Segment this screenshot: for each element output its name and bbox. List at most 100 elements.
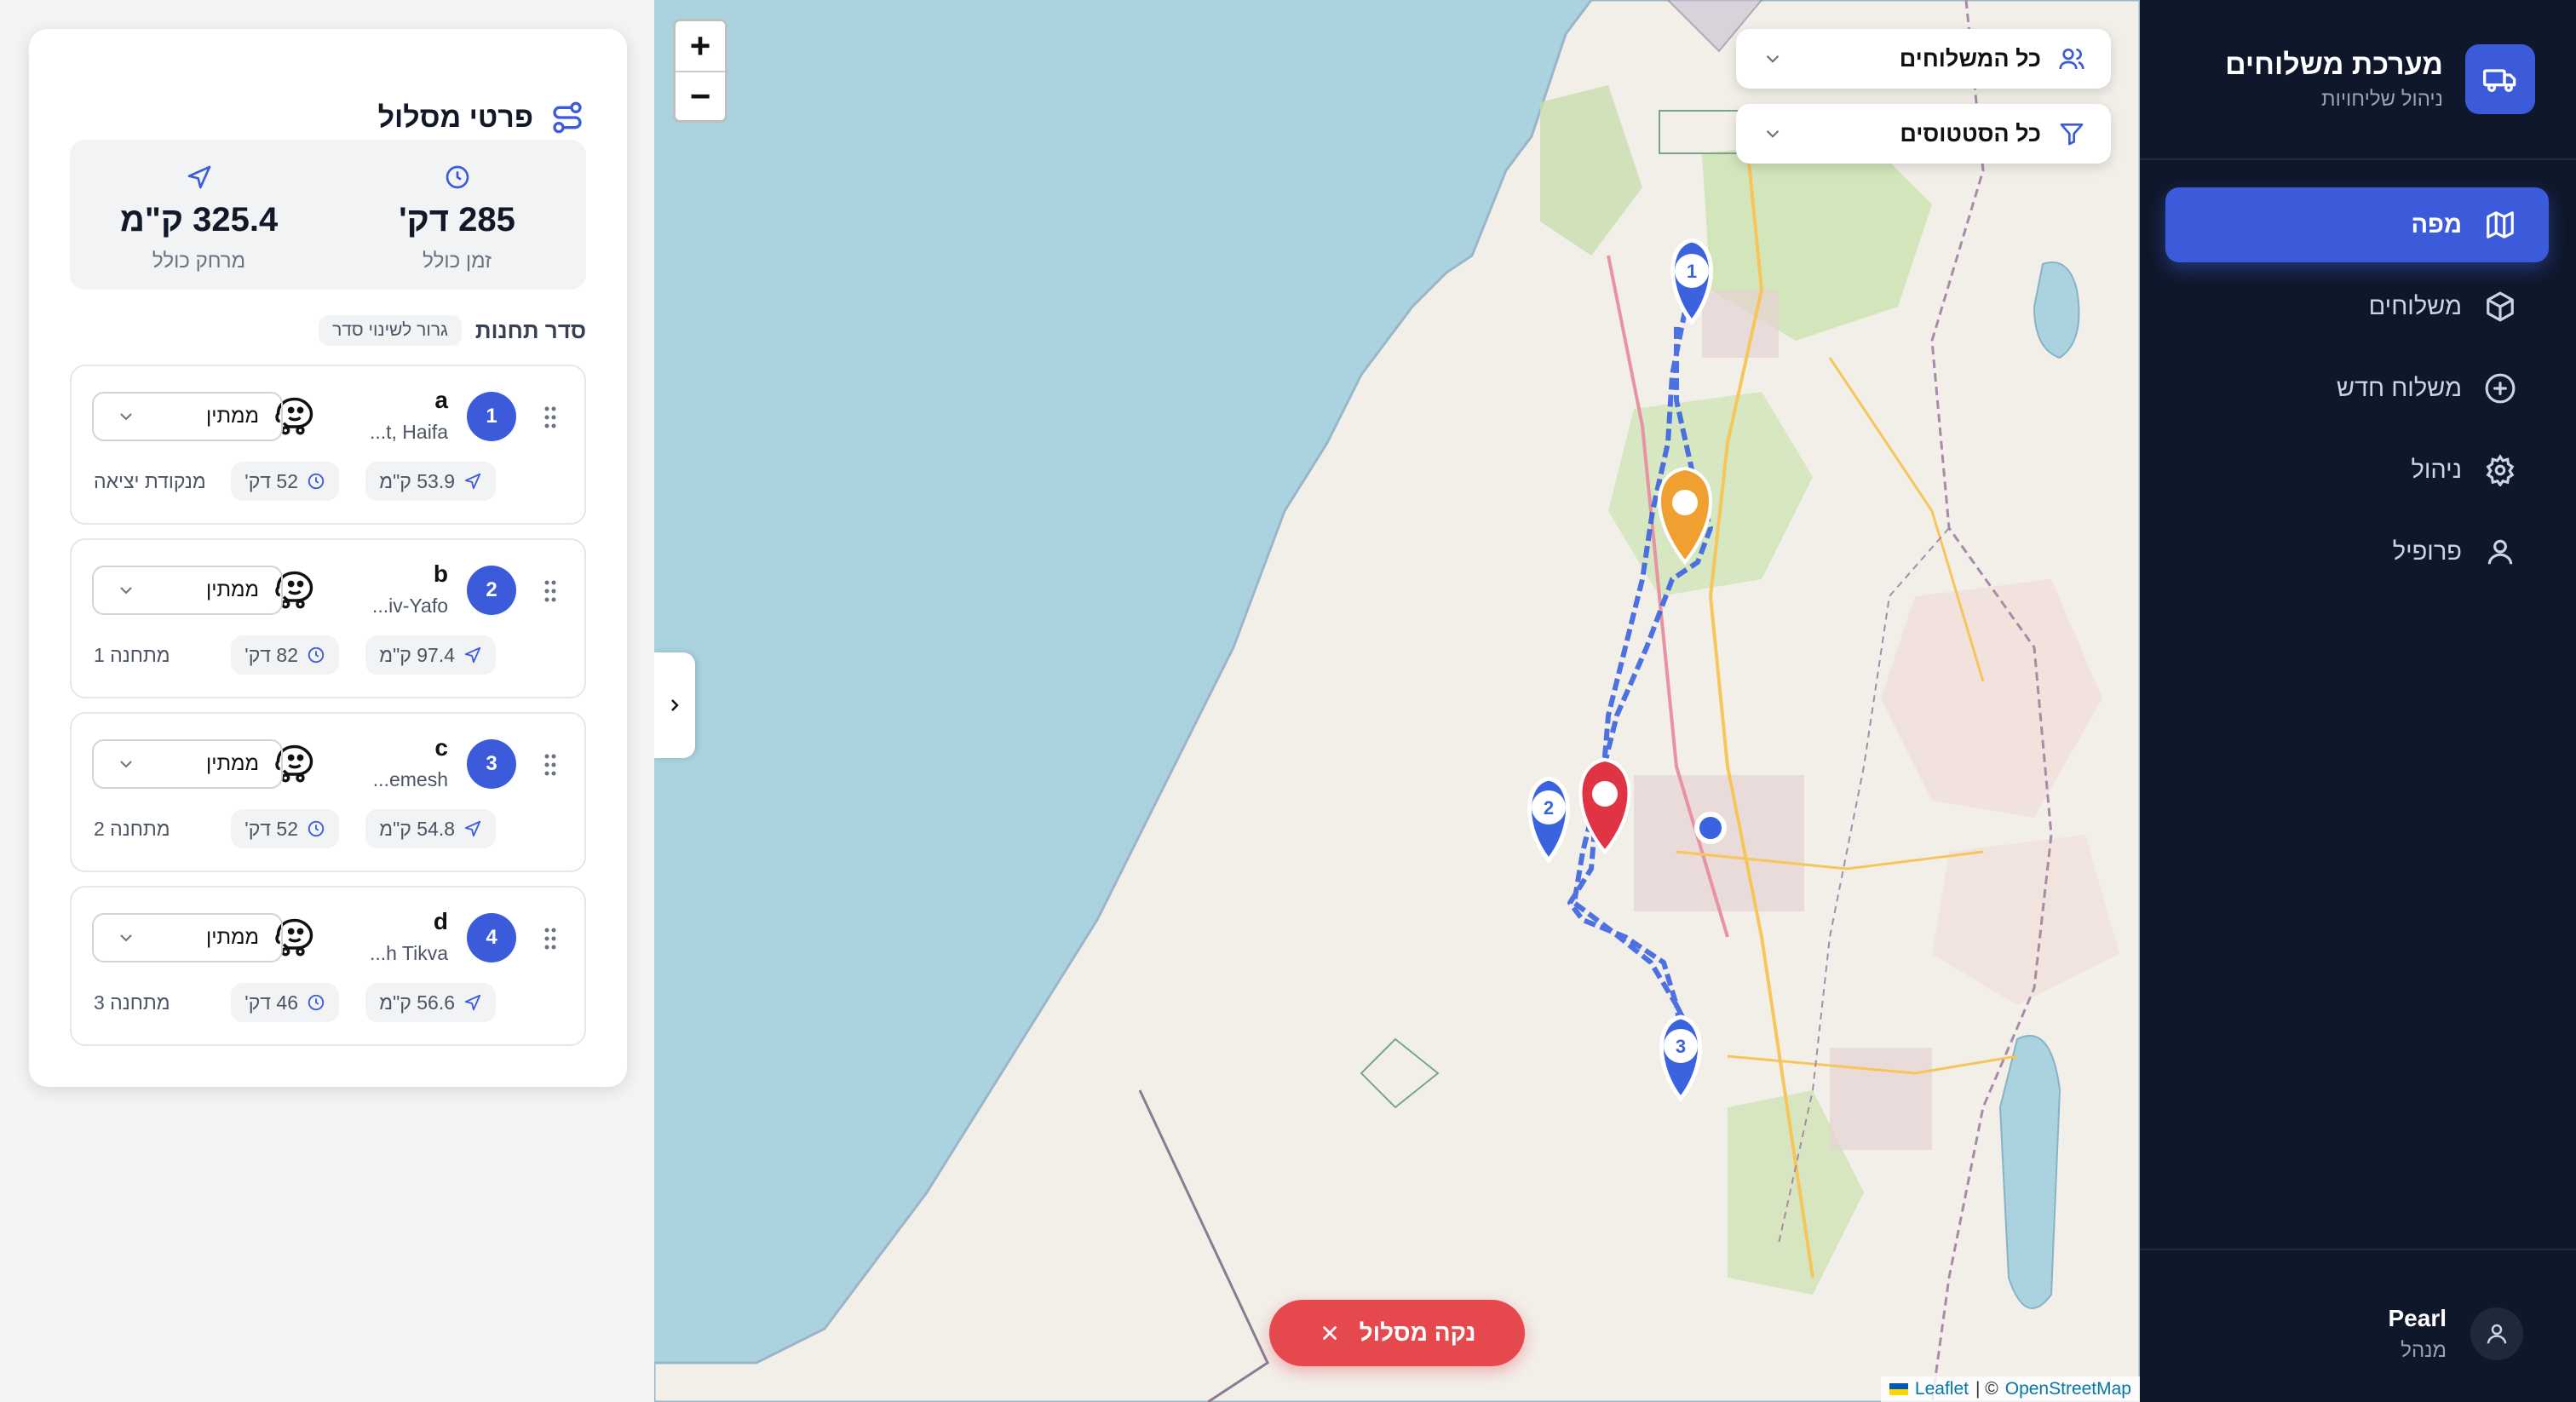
total-time-stat: 285 דק' זמן כולל [328,140,586,290]
courier-filter-select[interactable]: כל המשלוחים [1736,29,2111,89]
stop-distance-chip: 97.4 ק"מ [365,635,496,675]
drag-handle-icon[interactable] [543,927,557,951]
stop-distance: 97.4 ק"מ [379,643,455,666]
truck-icon [2465,44,2535,114]
marker-label: 1 [1687,261,1697,282]
stop-distance: 53.9 ק"מ [379,469,455,492]
sidebar-divider [2140,1249,2576,1250]
status-filter-value: כל הסטטוסים [1900,120,2041,147]
panel-toggle-button[interactable] [654,652,695,758]
leaflet-link[interactable]: Leaflet [1915,1379,1969,1399]
clock-icon [446,165,469,189]
route-details-panel: פרטי מסלול 285 דק' זמן כולל 325.4 ק"מ מר… [29,29,627,1087]
stop-time: 52 דק' [244,817,298,840]
chevron-down-icon [1766,55,1780,63]
sidebar-item-deliveries[interactable]: משלוחים [2165,269,2549,344]
drag-handle-icon[interactable] [543,579,557,603]
stop-origin-note: מנקודת יציאה [94,470,206,492]
chevron-down-icon [120,413,132,421]
total-time-label: זמן כולל [423,250,492,273]
brand: מערכת משלוחים ניהול שליחויות [2225,44,2535,114]
status-filter-select[interactable]: כל הסטטוסים [1736,104,2111,164]
stop-distance-chip: 53.9 ק"מ [365,462,496,501]
marker-label: 3 [1676,1036,1686,1057]
navigation-icon [464,646,481,664]
sidebar-item-map[interactable]: מפה [2165,187,2549,262]
stop-number: 2 [467,566,516,615]
clock-icon [308,473,325,490]
total-time-value: 285 דק' [399,201,515,238]
stop-time-chip: 52 דק' [231,462,339,501]
stop-card-1[interactable]: 1 a ...t, Haifa ממתין 53.9 ק"מ 52 דק' מנק… [70,365,586,525]
stop-name: b [433,560,448,587]
stop-status-select[interactable]: ממתין [92,392,283,441]
stop-distance: 54.8 ק"מ [379,817,455,840]
navigation-icon [464,473,481,490]
clear-route-button[interactable]: נקה מסלול [1269,1300,1525,1366]
total-distance-value: 325.4 ק"מ [119,201,279,238]
map-attribution: Leaflet | © OpenStreetMap [1880,1376,2140,1402]
stop-status-value: ממתין [205,578,259,601]
navigation-icon [187,165,210,189]
stop-distance-chip: 54.8 ק"מ [365,809,496,848]
sidebar-item-new-delivery[interactable]: משלוח חדש [2165,351,2549,426]
drag-handle-icon[interactable] [543,753,557,777]
stop-address: ...t, Haifa [369,421,448,443]
zoom-out-button[interactable]: − [676,71,725,120]
osm-link[interactable]: OpenStreetMap [2005,1379,2131,1399]
stop-time-chip: 52 דק' [231,809,339,848]
sidebar-item-management[interactable]: ניהול [2165,433,2549,508]
stop-status-select[interactable]: ממתין [92,566,283,615]
panel-header: פרטי מסלול [378,101,584,135]
stop-time: 52 דק' [244,469,298,492]
stop-card-4[interactable]: 4 d ...h Tikva ממתין 56.6 ק"מ 46 דק' מתחנ… [70,886,586,1046]
panel-title: פרטי מסלול [377,101,533,134]
drag-hint-badge: גרור לשינוי סדר [319,315,462,346]
attribution-separator: | © [1975,1379,1998,1399]
zoom-in-button[interactable]: + [676,21,725,71]
chevron-down-icon [120,761,132,768]
stop-number: 4 [467,913,516,962]
courier-filter-value: כל המשלוחים [1899,45,2041,72]
stop-time: 46 דק' [244,991,298,1014]
sidebar-divider [2140,158,2576,160]
stop-status-select[interactable]: ממתין [92,913,283,962]
stop-status-value: ממתין [205,405,259,428]
stops-order-header: סדר תחנות גרור לשינוי סדר [319,315,586,346]
user-icon [2487,539,2513,565]
total-distance-label: מרחק כולל [152,250,246,273]
zoom-control: + − [673,19,727,123]
sidebar-nav: מפה משלוחים משלוח חדש ניהול פרופיל [2165,187,2549,596]
user-profile[interactable]: Pearl מנהל [2388,1305,2523,1363]
plus-circle-icon [2485,373,2516,404]
stop-name: d [433,908,448,934]
user-name: Pearl [2388,1305,2447,1331]
stop-status-select[interactable]: ממתין [92,739,283,789]
ukraine-flag-icon [1889,1383,1908,1395]
stop-card-2[interactable]: 2 b ...iv-Yafo ממתין 97.4 ק"מ 82 דק' מתחנ… [70,538,586,698]
stop-from-note: מתחנה 1 [94,644,170,666]
filter-icon [2060,124,2084,146]
stop-status-value: ממתין [205,926,259,949]
stop-card-3[interactable]: 3 c ...emesh ממתין 54.8 ק"מ 52 דק' מתחנה … [70,712,586,872]
clock-icon [308,646,325,664]
chevron-down-icon [1766,129,1780,138]
chevron-right-icon [671,699,679,711]
close-icon [1322,1326,1337,1340]
map-tiles: 1 2 3 [654,0,2140,1402]
package-icon [2487,291,2514,322]
stop-address: ...emesh [372,768,448,790]
map-view[interactable]: 1 2 3 + − כל המשלוחים כל הסטטוסים נקה מס… [654,0,2140,1402]
sidebar-item-profile[interactable]: פרופיל [2165,514,2549,589]
sidebar-item-label: ניהול [2411,456,2462,484]
drag-handle-icon[interactable] [543,405,557,429]
sidebar-item-label: משלוח חדש [2336,374,2462,402]
sidebar-item-label: פרופיל [2392,537,2462,566]
sidebar-item-label: מפה [2411,210,2462,238]
navigation-icon [464,820,481,837]
stop-address: ...iv-Yafo [371,595,448,617]
clock-icon [308,994,325,1011]
stop-from-note: מתחנה 3 [94,991,170,1014]
stop-distance: 56.6 ק"מ [379,991,455,1014]
marker-label: 2 [1544,797,1554,819]
